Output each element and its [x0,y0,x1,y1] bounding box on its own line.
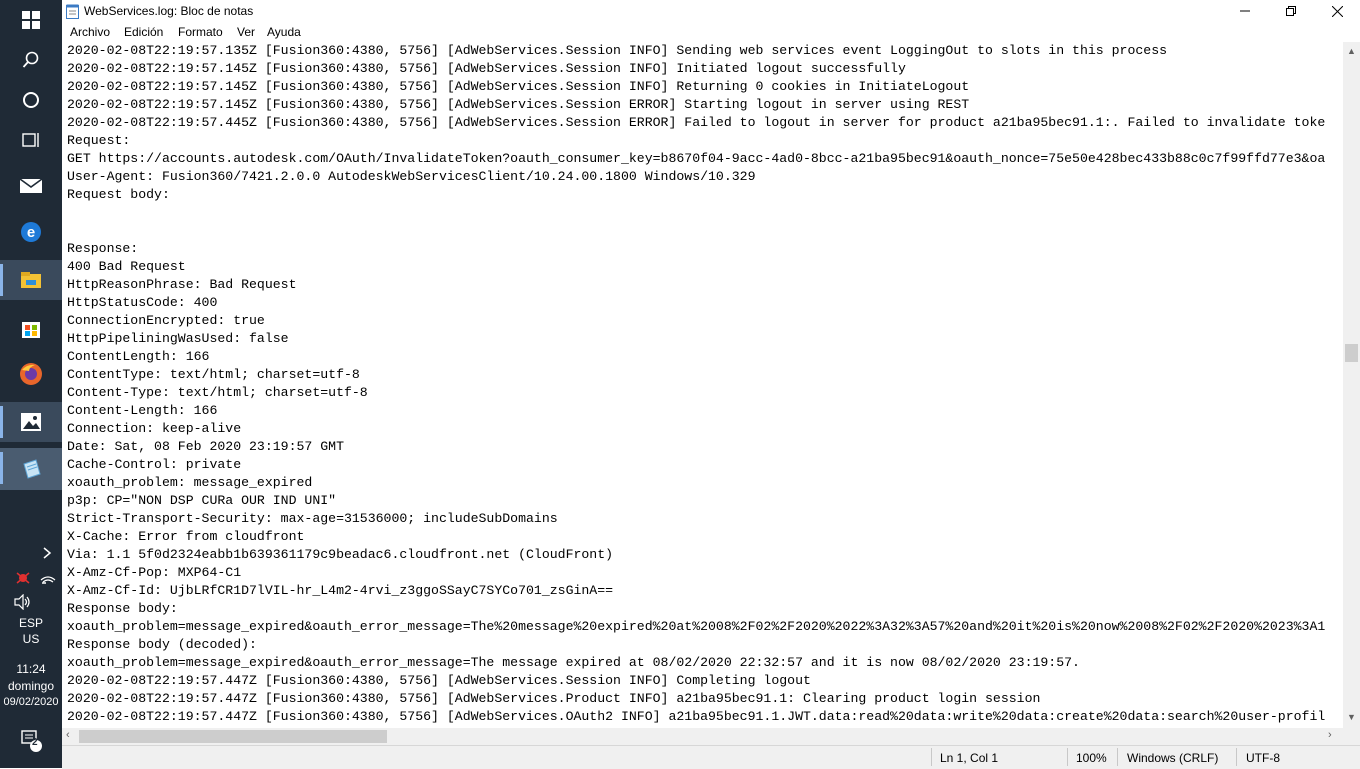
text-editor[interactable]: 2020-02-08T22:19:57.135Z [Fusion360:4380… [62,42,1343,728]
line-ending: Windows (CRLF) [1127,751,1219,765]
edge-icon[interactable]: e [0,212,62,252]
input-language[interactable]: ESP US [0,616,62,646]
restore-icon [1286,6,1296,16]
window-title: WebServices.log: Bloc de notas [84,4,254,18]
status-separator [1067,748,1068,766]
windows-start-icon[interactable] [0,0,62,40]
clock-date: 09/02/2020 [3,696,59,708]
menu-ayuda[interactable]: Ayuda [267,25,301,39]
photos-icon[interactable] [0,402,62,442]
action-center-icon[interactable]: 2 [0,728,62,756]
minimize-icon [1240,10,1250,12]
vertical-scroll-thumb[interactable] [1345,344,1358,362]
keyboard-layout-label: US [22,632,40,646]
horizontal-scrollbar[interactable]: ‹ › [62,728,1343,745]
menu-bar: Archivo Edición Formato Ver Ayuda [62,22,1360,42]
menu-edicion[interactable]: Edición [124,25,163,39]
cortana-icon[interactable] [0,80,62,120]
close-button[interactable] [1314,0,1360,22]
firefox-icon[interactable] [0,354,62,394]
maximize-button[interactable] [1268,0,1314,22]
scrollbar-corner [1343,728,1360,745]
minimize-button[interactable] [1222,0,1268,22]
notepad-app-icon [66,4,79,19]
network-error-icon [16,572,30,584]
notepad-icon[interactable] [0,448,62,490]
menu-formato[interactable]: Formato [178,25,223,39]
scroll-left-icon[interactable]: ‹ [66,729,70,741]
status-bar: Ln 1, Col 1 100% Windows (CRLF) UTF-8 [62,745,1360,769]
vertical-scrollbar[interactable]: ▲ ▼ [1343,42,1360,728]
mail-icon[interactable] [0,166,62,206]
notification-count-badge: 2 [32,737,38,748]
svg-text:e: e [27,224,35,241]
wifi-icon [40,576,56,584]
tray-status-icons [0,570,62,588]
zoom-level: 100% [1076,751,1107,765]
scroll-up-icon[interactable]: ▲ [1347,46,1356,56]
show-hidden-icons-icon[interactable] [0,546,62,563]
clock[interactable]: 11:24 domingo 09/02/2020 [0,662,62,708]
task-view-icon[interactable] [0,120,62,160]
title-bar[interactable]: WebServices.log: Bloc de notas [62,0,1360,22]
scroll-down-icon[interactable]: ▼ [1347,712,1356,722]
language-label: ESP [18,616,43,630]
status-separator [1117,748,1118,766]
scroll-right-icon[interactable]: › [1328,729,1332,741]
menu-archivo[interactable]: Archivo [70,25,110,39]
taskbar: e ESP US 11:24 domingo 09/02/2020 2 [0,0,62,768]
horizontal-scroll-thumb[interactable] [79,730,387,743]
clock-day: domingo [7,679,55,693]
file-explorer-icon[interactable] [0,260,62,300]
encoding: UTF-8 [1246,751,1280,765]
cursor-position: Ln 1, Col 1 [940,751,999,765]
search-icon[interactable] [0,40,62,80]
close-icon [1331,5,1343,17]
store-icon[interactable] [0,308,62,348]
notepad-window: WebServices.log: Bloc de notas Archivo E… [62,0,1360,769]
status-separator [931,748,932,766]
menu-ver[interactable]: Ver [237,25,255,39]
log-text[interactable]: 2020-02-08T22:19:57.135Z [Fusion360:4380… [62,42,1343,726]
clock-time: 11:24 [16,662,46,676]
status-separator [1236,748,1237,766]
volume-icon[interactable] [0,593,62,613]
